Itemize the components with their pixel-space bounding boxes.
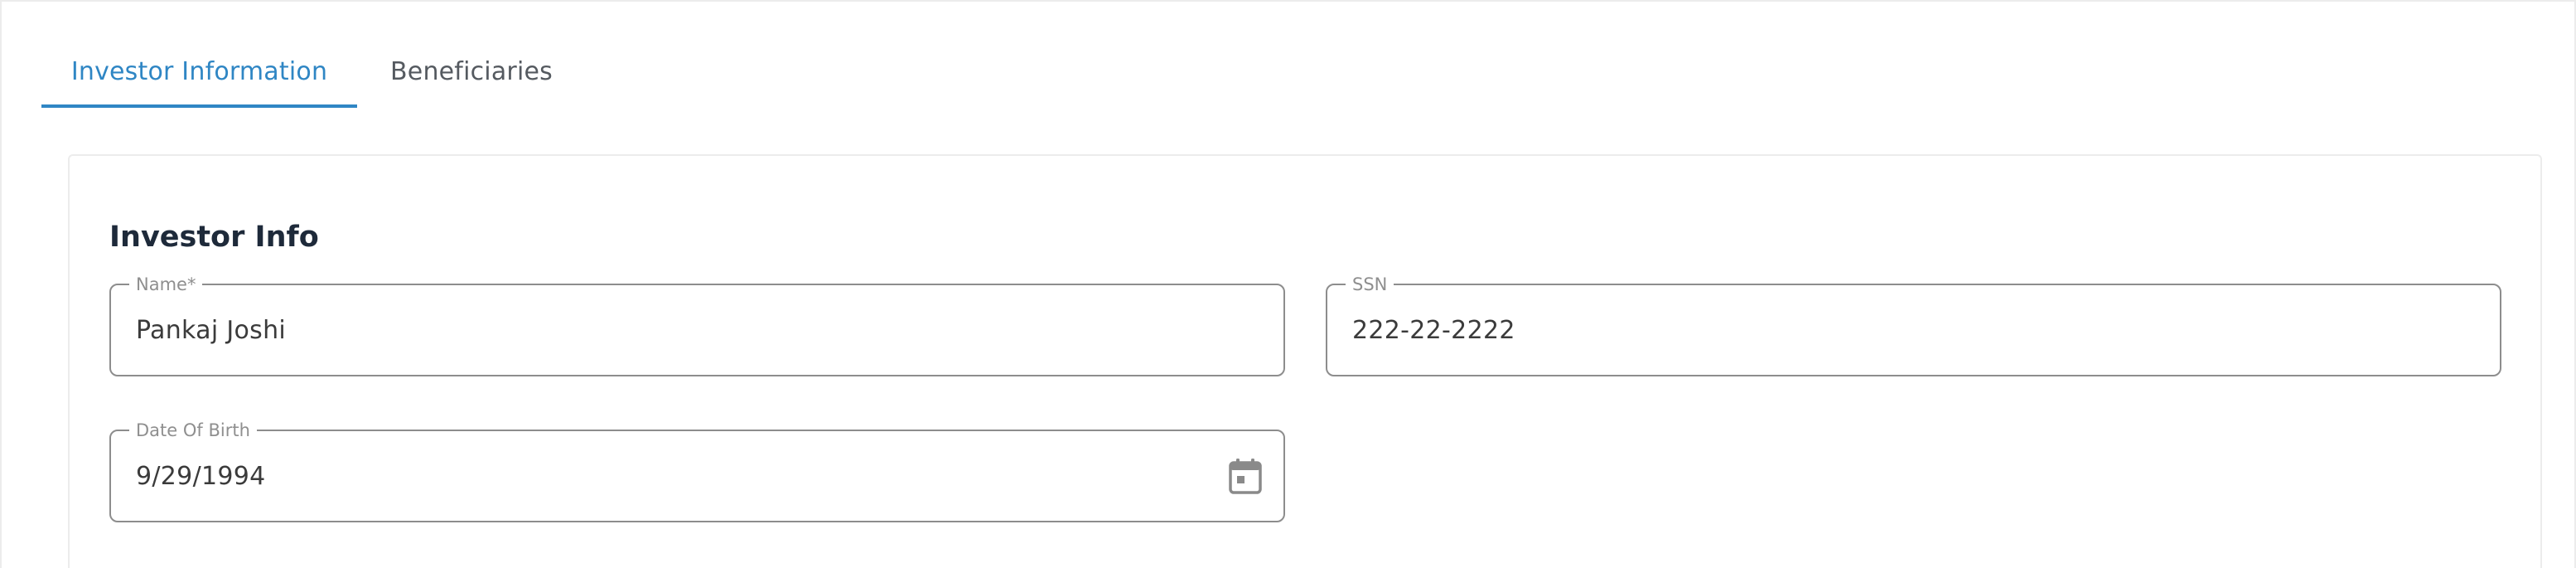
page: Investor Information Beneficiaries Inves…	[0, 0, 2576, 568]
date-of-birth-field-value[interactable]: 9/29/1994	[136, 431, 266, 521]
name-field-value[interactable]: Pankaj Joshi	[136, 285, 286, 375]
tab-label: Investor Information	[70, 56, 328, 86]
tab-label: Beneficiaries	[390, 56, 553, 86]
tab-beneficiaries[interactable]: Beneficiaries	[357, 35, 586, 108]
calendar-icon[interactable]	[1229, 458, 1262, 494]
tab-investor-information[interactable]: Investor Information	[41, 35, 357, 108]
ssn-field-value[interactable]: 222-22-2222	[1352, 285, 1515, 375]
section-title: Investor Info	[109, 221, 319, 254]
name-field[interactable]: Name* Pankaj Joshi	[109, 274, 1285, 376]
date-of-birth-field[interactable]: Date Of Birth 9/29/1994	[109, 420, 1285, 522]
investor-info-card: Investor Info Name* Pankaj Joshi SSN 222…	[68, 154, 2542, 568]
ssn-field[interactable]: SSN 222-22-2222	[1326, 274, 2501, 376]
tab-bar: Investor Information Beneficiaries	[41, 35, 586, 108]
